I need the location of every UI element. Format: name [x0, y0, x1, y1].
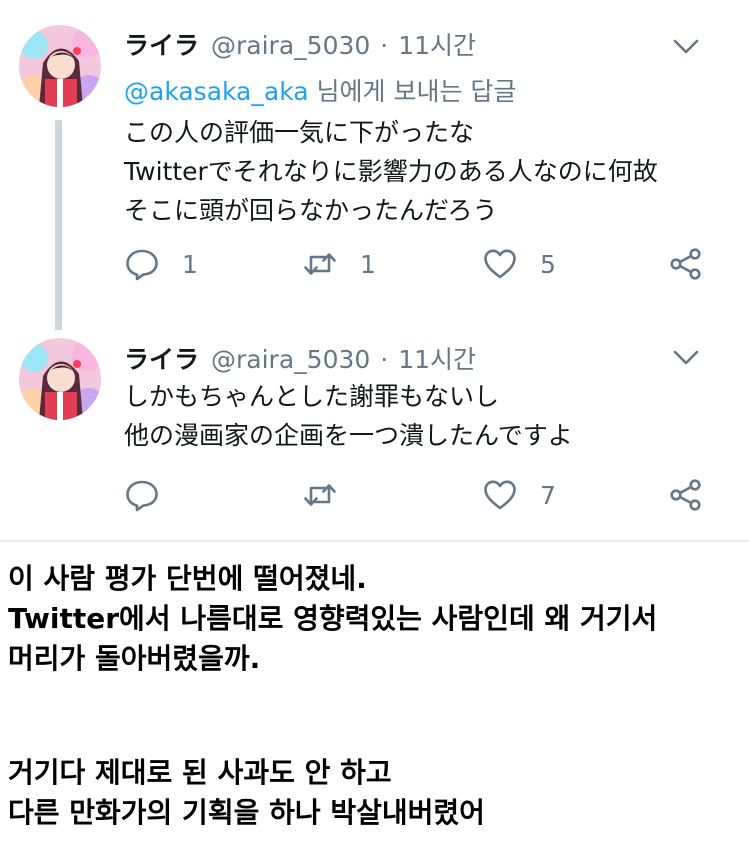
- translation-line: Twitter에서 나름대로 영향력있는 사람인데 왜 거기서: [8, 602, 658, 635]
- tweet[interactable]: ライラ @raira_5030 · 11시간 しかもちゃんとした謝罪もないし 他の漫…: [0, 320, 749, 535]
- share-button[interactable]: [668, 244, 704, 284]
- share-icon: [670, 248, 701, 280]
- tweet-text-line: 他の漫画家の企画を一つ潰したんですよ: [124, 421, 573, 450]
- display-name[interactable]: ライラ: [124, 340, 199, 376]
- reply-button[interactable]: [124, 475, 182, 515]
- tweet-text: この人の評価一気に下がったな Twitterでそれなりに影響力のある人なのに何故…: [124, 113, 658, 230]
- like-count: 7: [540, 480, 556, 510]
- tweet-actions: 7: [124, 475, 704, 515]
- reply-button[interactable]: 1: [124, 244, 198, 284]
- meta-separator: ·: [380, 345, 389, 374]
- translation-block: 이 사람 평가 단번에 떨어졌네. Twitter에서 나름대로 영향력있는 사…: [8, 559, 657, 679]
- like-button[interactable]: 5: [482, 244, 556, 284]
- tweet-header: ライラ @raira_5030 · 11시간: [124, 338, 476, 378]
- tweet-text: しかもちゃんとした謝罪もないし 他の漫画家の企画を一つ潰したんですよ: [124, 377, 573, 455]
- avatar[interactable]: [19, 338, 101, 420]
- reply-count: 1: [182, 249, 198, 279]
- translation-line: 거기다 제대로 된 사과도 안 하고: [8, 756, 392, 789]
- tweet-text-line: そこに頭が回らなかったんだろう: [124, 196, 498, 225]
- reply-to-suffix: 님에게 보내는 답글: [316, 77, 517, 106]
- handle[interactable]: @raira_5030: [211, 345, 370, 374]
- reply-context: @akasaka_aka 님에게 보내는 답글: [124, 72, 516, 108]
- heart-icon: [484, 249, 516, 279]
- chevron-down-icon[interactable]: [671, 342, 701, 372]
- translation-line: 이 사람 평가 단번에 떨어졌네.: [8, 562, 367, 595]
- tweet-text-line: しかもちゃんとした謝罪もないし: [124, 382, 500, 411]
- thread-line: [55, 120, 62, 330]
- tweet[interactable]: ライラ @raira_5030 · 11시간 @akasaka_aka 님에게 보내…: [0, 0, 749, 330]
- tweet-meta: @raira_5030 · 11시간: [211, 26, 476, 62]
- tweet-text-line: この人の評価一気に下がったな: [124, 118, 475, 147]
- divider: [0, 540, 749, 542]
- meta-separator: ·: [380, 31, 389, 60]
- share-icon: [670, 479, 701, 511]
- avatar[interactable]: [19, 25, 101, 107]
- tweet-header: ライラ @raira_5030 · 11시간: [124, 24, 476, 64]
- timestamp[interactable]: 11시간: [398, 31, 476, 60]
- tweet-meta: @raira_5030 · 11시간: [211, 340, 476, 376]
- like-count: 5: [540, 249, 556, 279]
- retweet-icon: [304, 484, 336, 506]
- share-button[interactable]: [668, 475, 704, 515]
- retweet-button[interactable]: [302, 475, 360, 515]
- retweet-icon: [304, 253, 336, 275]
- heart-icon: [484, 480, 516, 510]
- handle[interactable]: @raira_5030: [211, 31, 370, 60]
- translation-block: 거기다 제대로 된 사과도 안 하고 다른 만화가의 기획을 하나 박살내버렸어: [8, 753, 485, 833]
- reply-icon: [126, 480, 158, 512]
- reply-icon: [126, 249, 158, 281]
- translation-line: 머리가 돌아버렸을까.: [8, 642, 261, 675]
- translation-line: 다른 만화가의 기획을 하나 박살내버렸어: [8, 796, 485, 829]
- retweet-button[interactable]: 1: [302, 244, 376, 284]
- timestamp[interactable]: 11시간: [398, 345, 476, 374]
- reply-to-handle[interactable]: @akasaka_aka: [124, 77, 309, 106]
- tweet-actions: 1 1 5: [124, 244, 704, 284]
- retweet-count: 1: [360, 249, 376, 279]
- tweet-text-line: Twitterでそれなりに影響力のある人なのに何故: [124, 157, 658, 186]
- chevron-down-icon[interactable]: [671, 31, 701, 61]
- like-button[interactable]: 7: [482, 475, 556, 515]
- display-name[interactable]: ライラ: [124, 26, 199, 62]
